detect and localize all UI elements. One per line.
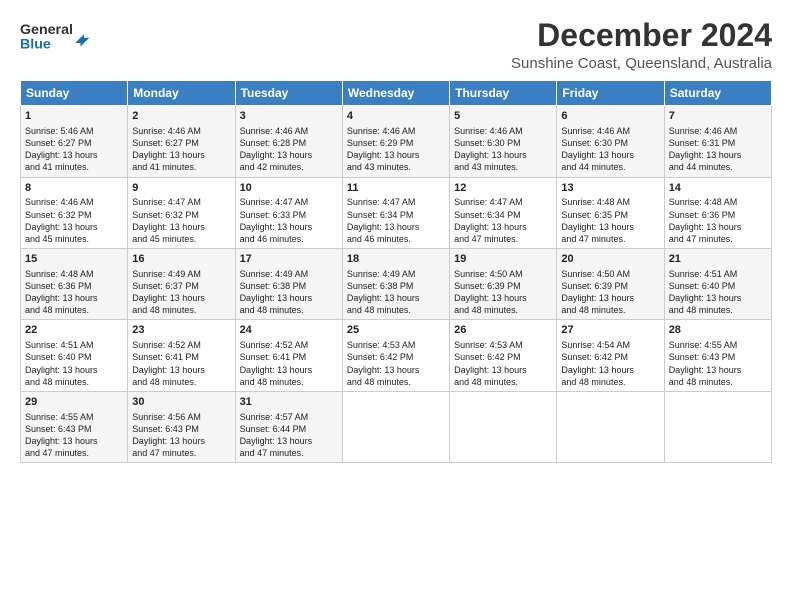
- week-row-2: 8Sunrise: 4:46 AMSunset: 6:32 PMDaylight…: [21, 177, 772, 248]
- calendar-cell: 20Sunrise: 4:50 AMSunset: 6:39 PMDayligh…: [557, 249, 664, 320]
- calendar-cell: 12Sunrise: 4:47 AMSunset: 6:34 PMDayligh…: [450, 177, 557, 248]
- calendar-cell: 29Sunrise: 4:55 AMSunset: 6:43 PMDayligh…: [21, 391, 128, 462]
- calendar-cell: 5Sunrise: 4:46 AMSunset: 6:30 PMDaylight…: [450, 106, 557, 177]
- calendar-cell: 1Sunrise: 5:46 AMSunset: 6:27 PMDaylight…: [21, 106, 128, 177]
- calendar-cell: 19Sunrise: 4:50 AMSunset: 6:39 PMDayligh…: [450, 249, 557, 320]
- calendar-cell: 6Sunrise: 4:46 AMSunset: 6:30 PMDaylight…: [557, 106, 664, 177]
- calendar-cell: 14Sunrise: 4:48 AMSunset: 6:36 PMDayligh…: [664, 177, 771, 248]
- calendar-cell: [450, 391, 557, 462]
- calendar-cell: 15Sunrise: 4:48 AMSunset: 6:36 PMDayligh…: [21, 249, 128, 320]
- calendar-cell: 17Sunrise: 4:49 AMSunset: 6:38 PMDayligh…: [235, 249, 342, 320]
- calendar-cell: 21Sunrise: 4:51 AMSunset: 6:40 PMDayligh…: [664, 249, 771, 320]
- calendar-table: Sunday Monday Tuesday Wednesday Thursday…: [20, 80, 772, 463]
- calendar-cell: 25Sunrise: 4:53 AMSunset: 6:42 PMDayligh…: [342, 320, 449, 391]
- col-monday: Monday: [128, 81, 235, 106]
- col-thursday: Thursday: [450, 81, 557, 106]
- calendar-cell: 10Sunrise: 4:47 AMSunset: 6:33 PMDayligh…: [235, 177, 342, 248]
- week-row-5: 29Sunrise: 4:55 AMSunset: 6:43 PMDayligh…: [21, 391, 772, 462]
- calendar-cell: 16Sunrise: 4:49 AMSunset: 6:37 PMDayligh…: [128, 249, 235, 320]
- col-sunday: Sunday: [21, 81, 128, 106]
- calendar-cell: 9Sunrise: 4:47 AMSunset: 6:32 PMDaylight…: [128, 177, 235, 248]
- calendar-cell: 28Sunrise: 4:55 AMSunset: 6:43 PMDayligh…: [664, 320, 771, 391]
- col-wednesday: Wednesday: [342, 81, 449, 106]
- header-row: Sunday Monday Tuesday Wednesday Thursday…: [21, 81, 772, 106]
- calendar-cell: 8Sunrise: 4:46 AMSunset: 6:32 PMDaylight…: [21, 177, 128, 248]
- svg-text:Blue: Blue: [20, 36, 51, 52]
- calendar-cell: 24Sunrise: 4:52 AMSunset: 6:41 PMDayligh…: [235, 320, 342, 391]
- logo: General Blue: [20, 18, 100, 54]
- calendar-cell: 2Sunrise: 4:46 AMSunset: 6:27 PMDaylight…: [128, 106, 235, 177]
- calendar-cell: 7Sunrise: 4:46 AMSunset: 6:31 PMDaylight…: [664, 106, 771, 177]
- col-saturday: Saturday: [664, 81, 771, 106]
- week-row-3: 15Sunrise: 4:48 AMSunset: 6:36 PMDayligh…: [21, 249, 772, 320]
- calendar-cell: 27Sunrise: 4:54 AMSunset: 6:42 PMDayligh…: [557, 320, 664, 391]
- page: General Blue December 2024 Sunshine Coas…: [0, 0, 792, 612]
- calendar-cell: 23Sunrise: 4:52 AMSunset: 6:41 PMDayligh…: [128, 320, 235, 391]
- col-friday: Friday: [557, 81, 664, 106]
- col-tuesday: Tuesday: [235, 81, 342, 106]
- calendar-cell: 13Sunrise: 4:48 AMSunset: 6:35 PMDayligh…: [557, 177, 664, 248]
- calendar-cell: 11Sunrise: 4:47 AMSunset: 6:34 PMDayligh…: [342, 177, 449, 248]
- calendar-cell: [557, 391, 664, 462]
- calendar-cell: 31Sunrise: 4:57 AMSunset: 6:44 PMDayligh…: [235, 391, 342, 462]
- calendar-cell: 4Sunrise: 4:46 AMSunset: 6:29 PMDaylight…: [342, 106, 449, 177]
- calendar-cell: 18Sunrise: 4:49 AMSunset: 6:38 PMDayligh…: [342, 249, 449, 320]
- title-block: December 2024 Sunshine Coast, Queensland…: [511, 18, 772, 72]
- calendar-cell: 26Sunrise: 4:53 AMSunset: 6:42 PMDayligh…: [450, 320, 557, 391]
- calendar-cell: [342, 391, 449, 462]
- main-title: December 2024: [511, 18, 772, 53]
- logo-svg: General Blue: [20, 18, 100, 54]
- calendar-cell: 30Sunrise: 4:56 AMSunset: 6:43 PMDayligh…: [128, 391, 235, 462]
- week-row-1: 1Sunrise: 5:46 AMSunset: 6:27 PMDaylight…: [21, 106, 772, 177]
- header: General Blue December 2024 Sunshine Coas…: [20, 18, 772, 72]
- calendar-cell: 3Sunrise: 4:46 AMSunset: 6:28 PMDaylight…: [235, 106, 342, 177]
- subtitle: Sunshine Coast, Queensland, Australia: [511, 55, 772, 72]
- week-row-4: 22Sunrise: 4:51 AMSunset: 6:40 PMDayligh…: [21, 320, 772, 391]
- calendar-cell: [664, 391, 771, 462]
- calendar-cell: 22Sunrise: 4:51 AMSunset: 6:40 PMDayligh…: [21, 320, 128, 391]
